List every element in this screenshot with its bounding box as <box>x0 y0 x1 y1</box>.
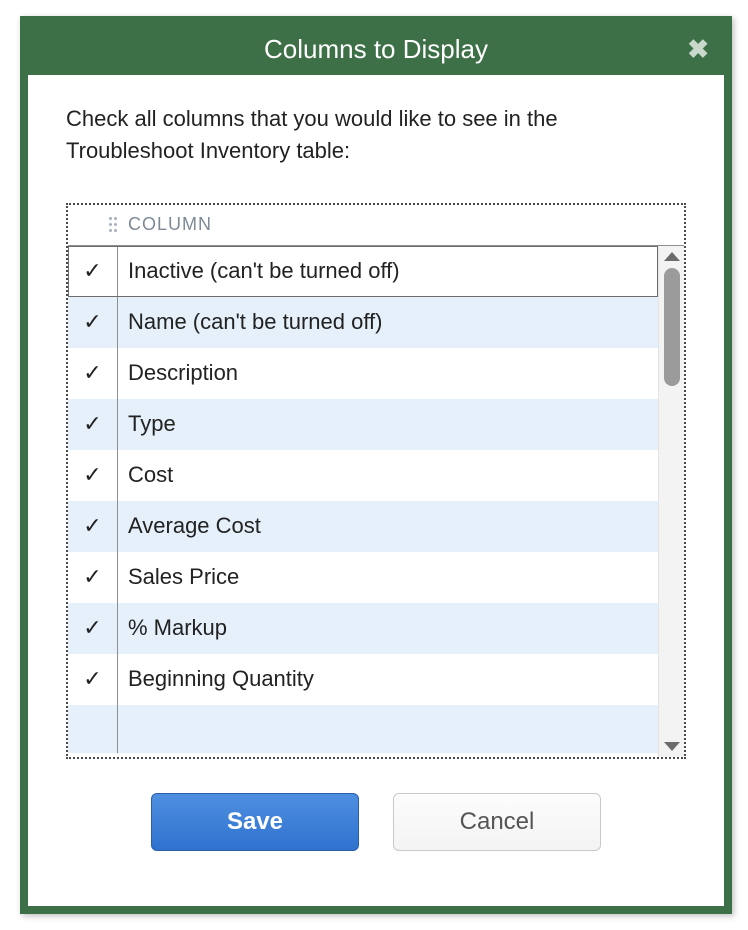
table-row[interactable] <box>68 705 658 753</box>
row-checkbox[interactable]: ✓ <box>68 246 118 297</box>
row-label <box>118 705 658 753</box>
table-row[interactable]: ✓ Average Cost <box>68 501 658 552</box>
instructions-text: Check all columns that you would like to… <box>66 103 686 167</box>
table-row[interactable]: ✓ Description <box>68 348 658 399</box>
close-icon[interactable]: ✖ <box>687 36 709 62</box>
table-row[interactable]: ✓ Cost <box>68 450 658 501</box>
table-row[interactable]: ✓ Name (can't be turned off) <box>68 297 658 348</box>
row-label: Inactive (can't be turned off) <box>118 246 658 297</box>
row-label: Type <box>118 399 658 450</box>
columns-dialog: Columns to Display ✖ Check all columns t… <box>20 16 732 914</box>
row-label: Sales Price <box>118 552 658 603</box>
dialog-title: Columns to Display <box>264 34 488 65</box>
columns-table: COLUMN ✓ Inactive (can't be turned off) … <box>66 203 686 759</box>
row-checkbox[interactable] <box>68 705 118 753</box>
table-row[interactable]: ✓ Sales Price <box>68 552 658 603</box>
save-button[interactable]: Save <box>151 793 359 851</box>
column-header-label: COLUMN <box>118 214 212 235</box>
table-row[interactable]: ✓ Type <box>68 399 658 450</box>
row-checkbox[interactable]: ✓ <box>68 297 118 348</box>
table-scroll: ✓ Inactive (can't be turned off) ✓ Name … <box>68 245 684 757</box>
dialog-body: Check all columns that you would like to… <box>28 75 724 851</box>
titlebar: Columns to Display ✖ <box>27 23 725 75</box>
table-row[interactable]: ✓ Inactive (can't be turned off) <box>68 246 658 297</box>
row-checkbox[interactable]: ✓ <box>68 450 118 501</box>
row-checkbox[interactable]: ✓ <box>68 552 118 603</box>
scroll-down-icon[interactable] <box>664 742 680 751</box>
row-label: Cost <box>118 450 658 501</box>
row-label: Beginning Quantity <box>118 654 658 705</box>
row-label: Description <box>118 348 658 399</box>
row-label: Average Cost <box>118 501 658 552</box>
table-row[interactable]: ✓ % Markup <box>68 603 658 654</box>
row-checkbox[interactable]: ✓ <box>68 348 118 399</box>
table-row[interactable]: ✓ Beginning Quantity <box>68 654 658 705</box>
dialog-footer: Save Cancel <box>66 759 686 851</box>
table-rows: ✓ Inactive (can't be turned off) ✓ Name … <box>68 246 658 757</box>
row-checkbox[interactable]: ✓ <box>68 501 118 552</box>
table-header: COLUMN <box>68 205 684 245</box>
row-checkbox[interactable]: ✓ <box>68 603 118 654</box>
row-checkbox[interactable]: ✓ <box>68 654 118 705</box>
row-label: % Markup <box>118 603 658 654</box>
scroll-thumb[interactable] <box>664 268 680 386</box>
scroll-up-icon[interactable] <box>664 252 680 261</box>
row-checkbox[interactable]: ✓ <box>68 399 118 450</box>
row-label: Name (can't be turned off) <box>118 297 658 348</box>
cancel-button[interactable]: Cancel <box>393 793 601 851</box>
scrollbar[interactable] <box>658 246 684 757</box>
drag-handle-icon[interactable] <box>68 217 118 232</box>
